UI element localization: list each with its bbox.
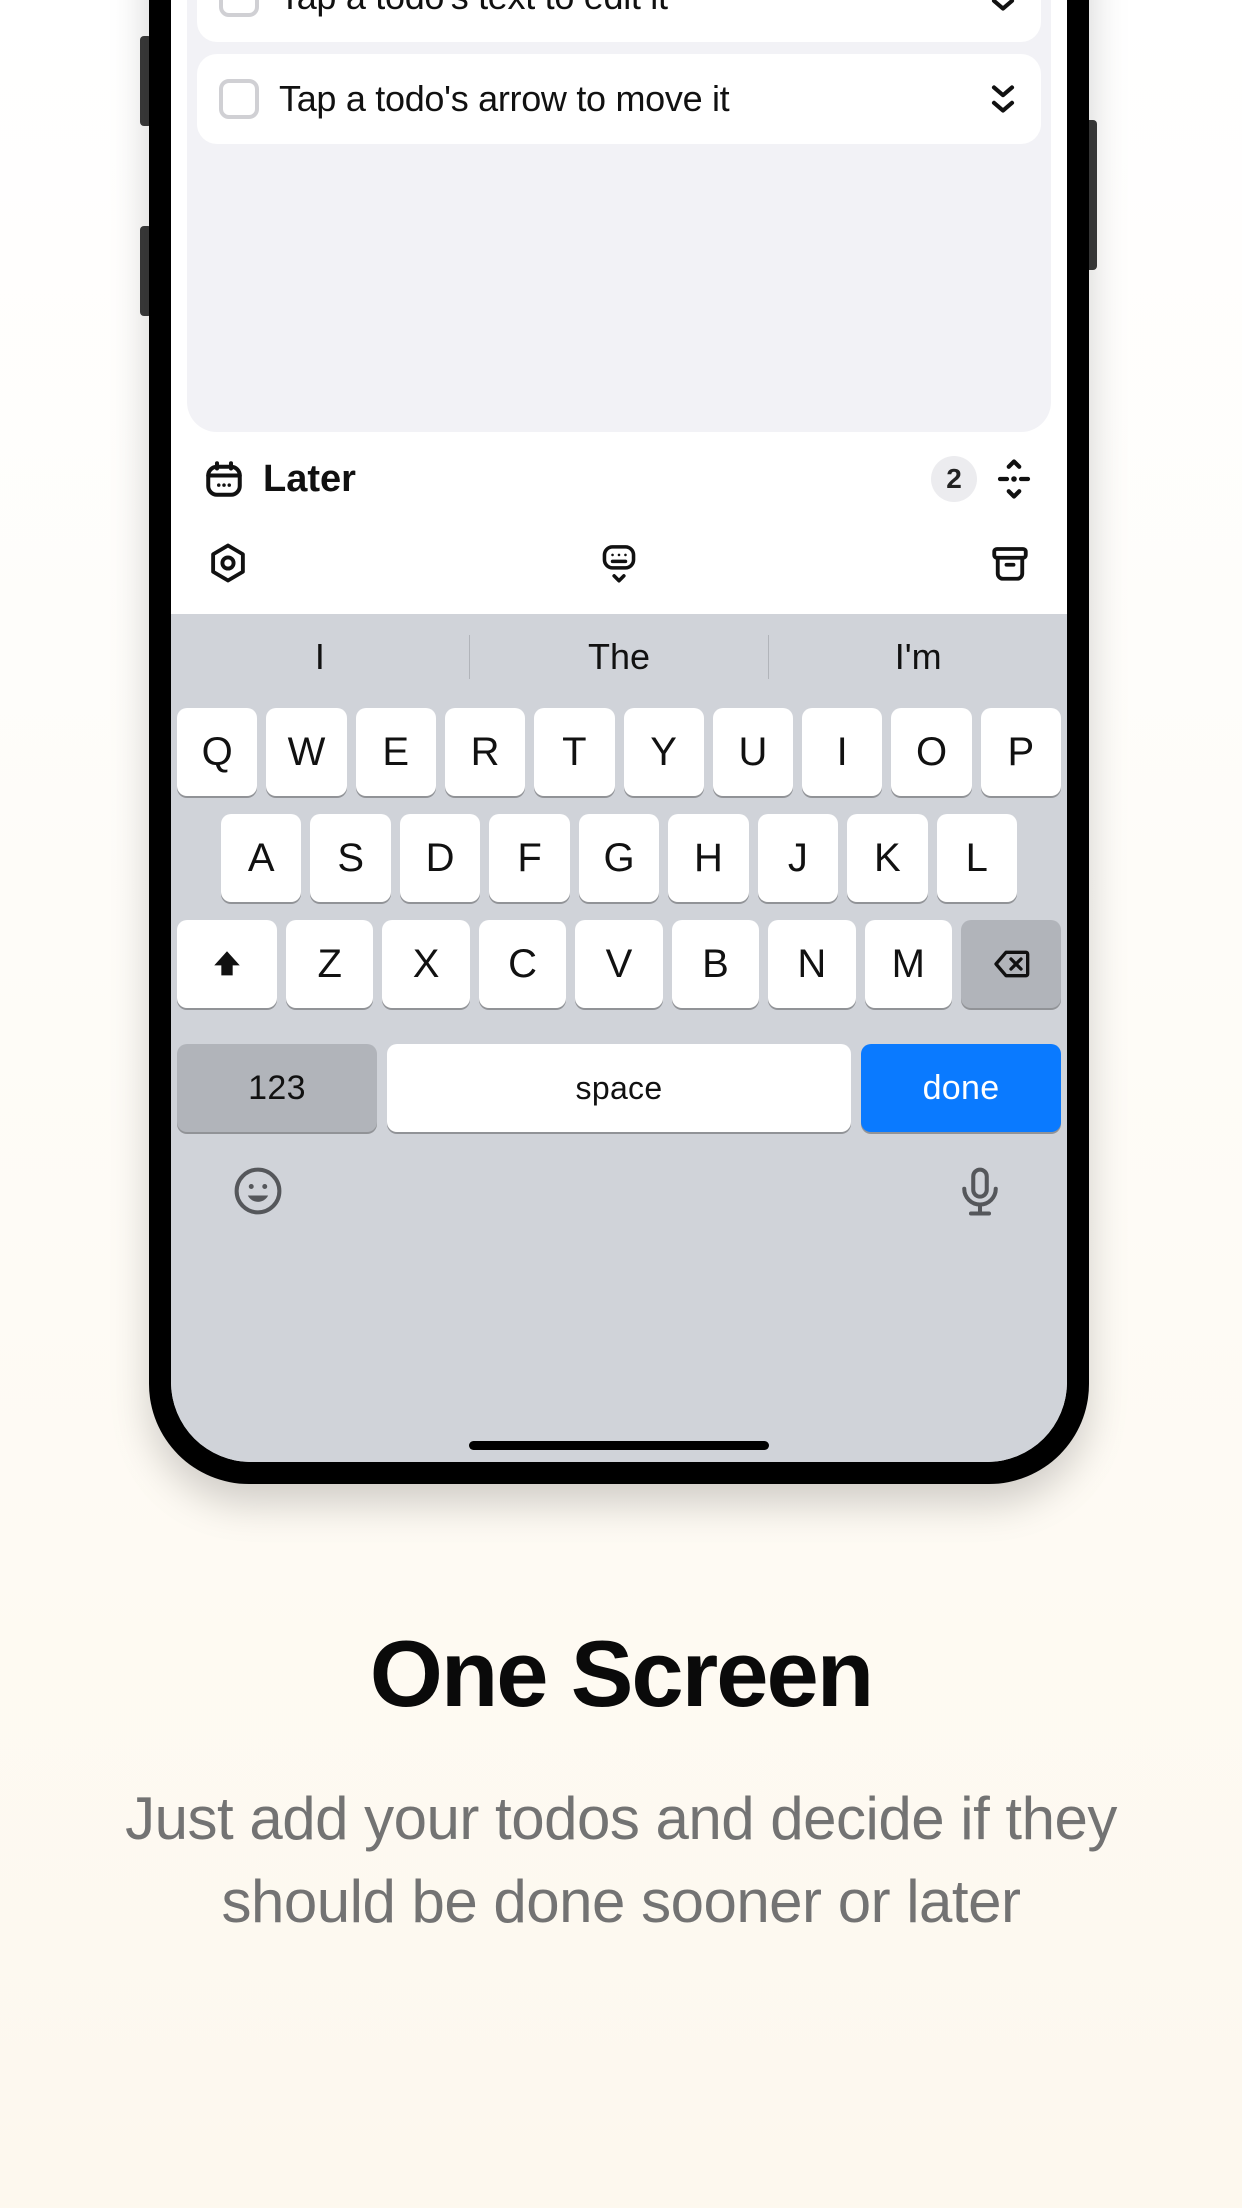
key-letter[interactable]: B — [672, 920, 759, 1008]
key-letter[interactable]: V — [575, 920, 662, 1008]
headline: One Screen — [90, 1620, 1152, 1728]
calendar-later-icon — [203, 458, 245, 500]
key-letter[interactable]: L — [937, 814, 1017, 902]
done-key[interactable]: done — [861, 1044, 1061, 1132]
key-letter[interactable]: I — [802, 708, 882, 796]
settings-hex-icon[interactable] — [207, 542, 249, 584]
todo-checkbox[interactable] — [219, 0, 259, 17]
key-letter[interactable]: Y — [624, 708, 704, 796]
keyboard: I The I'm Q W E R T Y U I — [171, 614, 1067, 1462]
subheadline: Just add your todos and decide if they s… — [90, 1778, 1152, 1944]
emoji-icon[interactable] — [231, 1164, 285, 1218]
todo-item[interactable]: Tap a todo's arrow to move it — [197, 54, 1041, 144]
key-letter[interactable]: D — [400, 814, 480, 902]
section-bar-later[interactable]: Later 2 — [171, 432, 1067, 520]
todo-item[interactable]: Tap a todo's text to edit it — [197, 0, 1041, 42]
chevrons-down-icon[interactable] — [987, 81, 1019, 117]
archive-icon[interactable] — [989, 542, 1031, 584]
keyboard-row: 123 space done — [177, 1044, 1061, 1132]
todos-container: Tap a todo's text to edit it Tap a todo'… — [187, 0, 1051, 432]
backspace-icon — [991, 944, 1031, 984]
bottom-toolbar — [171, 520, 1067, 614]
key-letter[interactable]: T — [534, 708, 614, 796]
key-letter[interactable]: U — [713, 708, 793, 796]
todo-checkbox[interactable] — [219, 79, 259, 119]
key-letter[interactable]: J — [758, 814, 838, 902]
key-letter[interactable]: O — [891, 708, 971, 796]
suggestion[interactable]: The — [470, 636, 768, 678]
todo-text[interactable]: Tap a todo's text to edit it — [279, 0, 967, 18]
backspace-key[interactable] — [961, 920, 1061, 1008]
home-indicator[interactable] — [469, 1441, 769, 1450]
key-letter[interactable]: P — [981, 708, 1061, 796]
key-letter[interactable]: S — [310, 814, 390, 902]
suggestion[interactable]: I — [171, 636, 469, 678]
key-letter[interactable]: R — [445, 708, 525, 796]
app-content: Tap a todo's text to edit it Tap a todo'… — [171, 0, 1067, 1462]
key-letter[interactable]: G — [579, 814, 659, 902]
key-letter[interactable]: Z — [286, 920, 373, 1008]
key-letter[interactable]: F — [489, 814, 569, 902]
shift-up-icon — [210, 947, 244, 981]
chevrons-down-icon[interactable] — [987, 0, 1019, 15]
keyboard-suggestions: I The I'm — [171, 614, 1067, 700]
key-letter[interactable]: X — [382, 920, 469, 1008]
key-letter[interactable]: W — [266, 708, 346, 796]
keyboard-row: Q W E R T Y U I O P — [177, 708, 1061, 796]
shift-key[interactable] — [177, 920, 277, 1008]
marketing-copy: One Screen Just add your todos and decid… — [0, 1620, 1242, 1944]
space-key[interactable]: space — [387, 1044, 851, 1132]
numbers-key[interactable]: 123 — [177, 1044, 377, 1132]
key-letter[interactable]: N — [768, 920, 855, 1008]
phone-screen: Tap a todo's text to edit it Tap a todo'… — [171, 0, 1067, 1462]
key-letter[interactable]: A — [221, 814, 301, 902]
key-letter[interactable]: H — [668, 814, 748, 902]
keyboard-hide-icon[interactable] — [598, 542, 640, 584]
suggestion[interactable]: I'm — [769, 636, 1067, 678]
move-expand-icon[interactable] — [993, 458, 1035, 500]
keyboard-row: Z X C V B N M — [177, 920, 1061, 1008]
key-letter[interactable]: K — [847, 814, 927, 902]
keyboard-row: A S D F G H J K L — [177, 814, 1061, 902]
phone-frame: Tap a todo's text to edit it Tap a todo'… — [149, 0, 1089, 1484]
section-count-badge: 2 — [931, 456, 977, 502]
key-letter[interactable]: C — [479, 920, 566, 1008]
key-letter[interactable]: E — [356, 708, 436, 796]
section-title: Later — [263, 458, 356, 501]
todo-text[interactable]: Tap a todo's arrow to move it — [279, 78, 967, 120]
keyboard-bottom-bar — [171, 1132, 1067, 1218]
key-letter[interactable]: M — [865, 920, 952, 1008]
key-letter[interactable]: Q — [177, 708, 257, 796]
mic-icon[interactable] — [953, 1164, 1007, 1218]
